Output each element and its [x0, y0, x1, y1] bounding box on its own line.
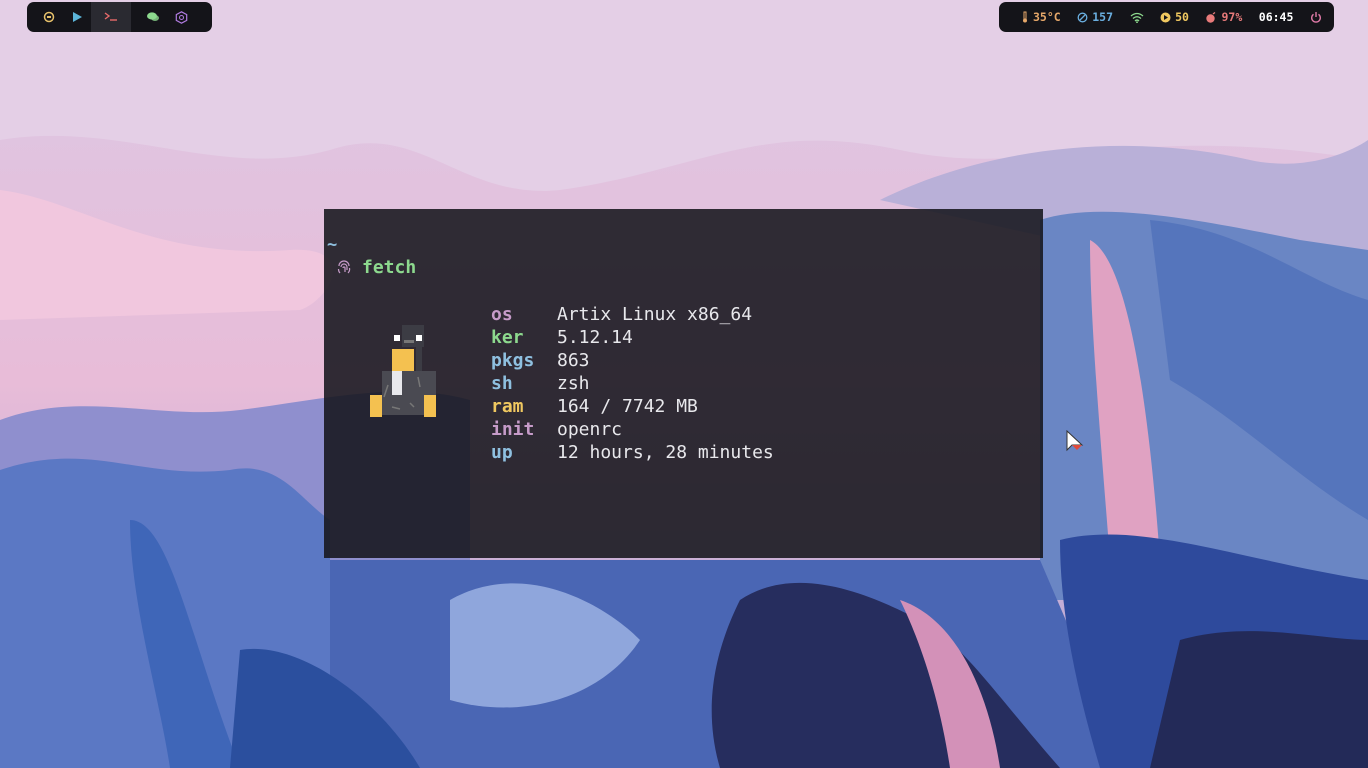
- info-row-packages: pkgs 863: [491, 349, 774, 372]
- thermometer-icon: [1023, 11, 1027, 23]
- info-row-init: init openrc: [491, 418, 774, 441]
- info-value: 863: [557, 350, 590, 371]
- battery-icon: [1206, 11, 1216, 23]
- battery-value: 97%: [1221, 10, 1243, 24]
- info-value: openrc: [557, 419, 623, 440]
- info-key: os: [491, 304, 513, 325]
- system-info: os Artix Linux x86_64 ker 5.12.14 pkgs 8…: [491, 303, 774, 464]
- fingerprint-icon: [337, 259, 351, 273]
- wifi-icon: [1130, 12, 1143, 23]
- info-key: ram: [491, 396, 524, 417]
- info-value: 164 / 7742 MB: [557, 396, 698, 417]
- temperature-module[interactable]: 35°C: [1021, 10, 1061, 24]
- circle-face-icon: [43, 11, 55, 23]
- updates-icon: [1077, 12, 1088, 22]
- info-row-kernel: ker 5.12.14: [491, 326, 774, 349]
- info-key: pkgs: [491, 350, 535, 371]
- info-key: sh: [491, 373, 513, 394]
- chat-icon: [147, 12, 159, 21]
- terminal-window[interactable]: ~ fetch os Artix Linux x86_64 ker 5.12.1: [324, 209, 1043, 558]
- info-value: 12 hours, 28 minutes: [557, 442, 774, 463]
- volume-icon: [1160, 12, 1171, 22]
- clock-time: 06:45: [1258, 10, 1294, 24]
- info-value: Artix Linux x86_64: [557, 304, 753, 325]
- battery-module[interactable]: 97%: [1205, 10, 1242, 24]
- play-icon: [73, 12, 82, 22]
- info-row-shell: sh zsh: [491, 372, 774, 395]
- wifi-module[interactable]: [1130, 12, 1144, 23]
- status-bar: 35°C 157 50 97% 06:45: [999, 2, 1334, 32]
- workspace-bar: [27, 2, 212, 32]
- updates-count: 157: [1092, 10, 1114, 24]
- power-button[interactable]: [1310, 11, 1322, 23]
- mouse-cursor-icon: [1066, 430, 1084, 452]
- info-key: up: [491, 442, 513, 463]
- command-text: fetch: [362, 257, 417, 278]
- info-row-os: os Artix Linux x86_64: [491, 303, 774, 326]
- info-key: init: [491, 419, 535, 440]
- workspace-2[interactable]: [63, 2, 91, 32]
- hexagon-icon: [175, 10, 187, 24]
- power-icon: [1311, 12, 1321, 23]
- info-value: 5.12.14: [557, 327, 633, 348]
- workspace-3[interactable]: [91, 2, 131, 32]
- terminal-icon: [104, 12, 117, 21]
- volume-value: 50: [1175, 10, 1189, 24]
- prompt-line: fetch: [336, 257, 416, 278]
- current-directory: ~: [327, 235, 338, 255]
- workspace-4[interactable]: [139, 2, 167, 32]
- info-value: zsh: [557, 373, 590, 394]
- penguin-logo: [370, 325, 436, 417]
- workspace-1[interactable]: [35, 2, 63, 32]
- workspace-5[interactable]: [167, 2, 195, 32]
- info-row-ram: ram 164 / 7742 MB: [491, 395, 774, 418]
- clock-module[interactable]: 06:45: [1259, 10, 1294, 24]
- updates-module[interactable]: 157: [1077, 10, 1113, 24]
- temperature-value: 35°C: [1033, 10, 1061, 24]
- info-key: ker: [491, 327, 524, 348]
- volume-module[interactable]: 50: [1160, 10, 1189, 24]
- info-row-uptime: up 12 hours, 28 minutes: [491, 441, 774, 464]
